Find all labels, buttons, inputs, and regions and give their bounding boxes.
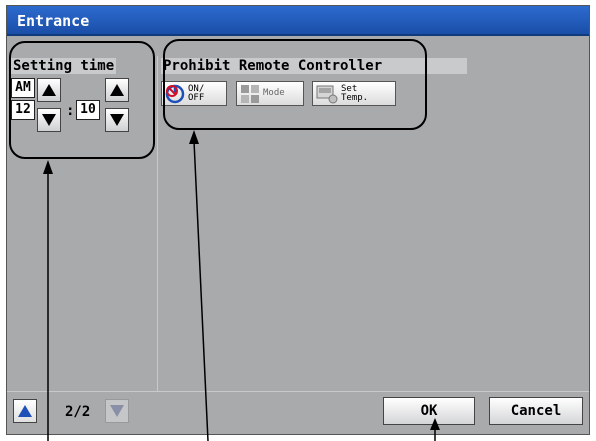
page-indicator: 2/2 (65, 404, 91, 420)
page-down-icon (110, 405, 124, 417)
page-up-icon (18, 405, 32, 417)
footer-divider (7, 391, 589, 392)
column-divider (157, 56, 158, 391)
ok-button[interactable]: OK (383, 397, 475, 425)
window-title: Entrance (7, 6, 589, 36)
page-next-button[interactable] (105, 399, 129, 423)
prohibit-callout (163, 39, 427, 130)
setting-time-callout (9, 41, 155, 159)
entrance-dialog: Entrance Setting time AM 12 : 10 Prohibi… (6, 5, 590, 435)
page-prev-button[interactable] (13, 399, 37, 423)
cancel-button[interactable]: Cancel (489, 397, 583, 425)
